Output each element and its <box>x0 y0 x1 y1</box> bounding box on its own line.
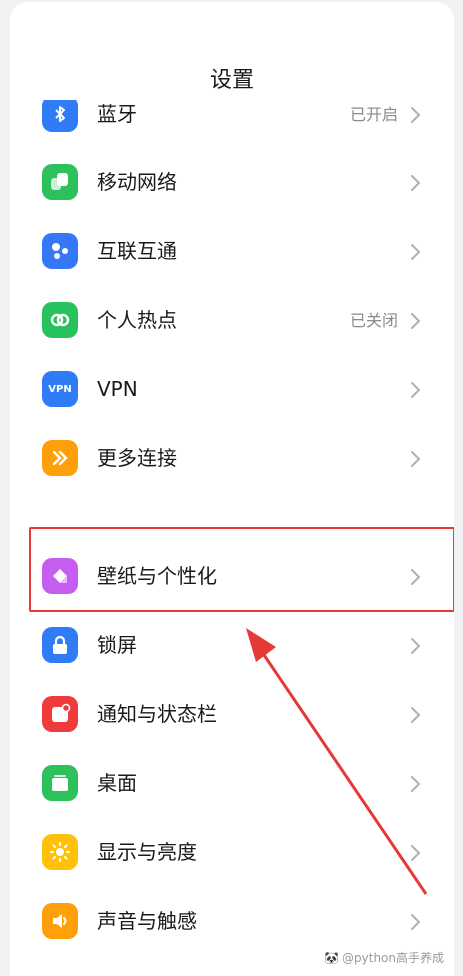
annotation-arrow <box>246 628 428 895</box>
watermark-logo-icon: 🐼 <box>324 950 340 965</box>
watermark-text: @python高手养成 <box>342 951 444 965</box>
watermark: 🐼 @python高手养成 <box>324 949 444 966</box>
settings-panel: 设置 蓝牙 已开启 移动网络 互联互通 个人热点 已关闭 VPN VPN 更多连接 壁纸与个性… <box>10 2 454 976</box>
